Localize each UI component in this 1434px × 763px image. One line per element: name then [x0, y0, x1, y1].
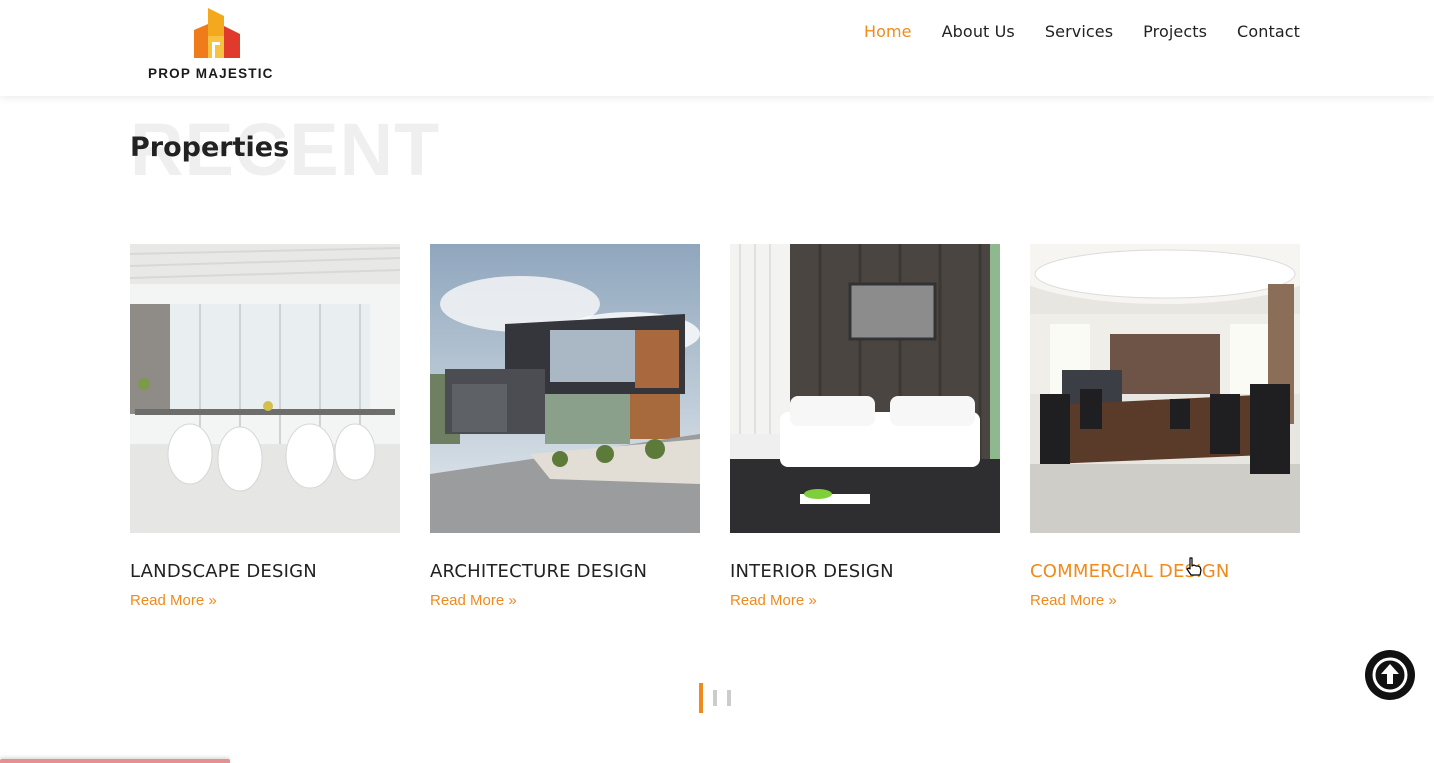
main-nav: Home About Us Services Projects Contact [834, 22, 1300, 42]
property-card: ARCHITECTURE DESIGN Read More » [430, 244, 700, 610]
property-image-landscape[interactable] [130, 244, 400, 533]
bottom-banner-edge [0, 759, 230, 763]
carousel-dot-3[interactable] [727, 690, 731, 706]
property-card: COMMERCIAL DESIGN Read More » [1030, 244, 1300, 610]
card-title[interactable]: LANDSCAPE DESIGN [130, 561, 400, 583]
hand-pointer-icon [1186, 557, 1202, 576]
nav-projects[interactable]: Projects [1143, 22, 1207, 42]
brand-name: PROP MAJESTIC [148, 66, 274, 81]
nav-home[interactable]: Home [864, 22, 912, 42]
property-image-commercial[interactable] [1030, 244, 1300, 533]
read-more-link[interactable]: Read More » [130, 592, 217, 610]
property-cards: LANDSCAPE DESIGN Read More » ARCHITECTUR… [130, 244, 1300, 610]
property-card: LANDSCAPE DESIGN Read More » [130, 244, 400, 610]
building-logo-icon [194, 8, 240, 58]
site-header: PROP MAJESTIC Home About Us Services Pro… [0, 0, 1434, 96]
property-image-architecture[interactable] [430, 244, 700, 533]
card-title[interactable]: ARCHITECTURE DESIGN [430, 561, 700, 583]
card-title[interactable]: COMMERCIAL DESIGN [1030, 561, 1300, 583]
nav-contact[interactable]: Contact [1237, 22, 1300, 42]
property-card: INTERIOR DESIGN Read More » [730, 244, 1000, 610]
section-title: Properties [130, 132, 290, 163]
read-more-link[interactable]: Read More » [1030, 592, 1117, 610]
carousel-dot-2[interactable] [713, 690, 717, 706]
nav-about-us[interactable]: About Us [942, 22, 1015, 42]
carousel-pagination [699, 683, 741, 713]
nav-services[interactable]: Services [1045, 22, 1113, 42]
arrow-up-circle-icon [1372, 657, 1408, 693]
carousel-dot-1[interactable] [699, 683, 703, 713]
brand-logo[interactable]: PROP MAJESTIC [148, 8, 288, 84]
section-heading: RECENT Properties [130, 108, 630, 198]
read-more-link[interactable]: Read More » [430, 592, 517, 610]
property-image-interior[interactable] [730, 244, 1000, 533]
read-more-link[interactable]: Read More » [730, 592, 817, 610]
card-title[interactable]: INTERIOR DESIGN [730, 561, 1000, 583]
back-to-top-button[interactable] [1365, 650, 1415, 700]
